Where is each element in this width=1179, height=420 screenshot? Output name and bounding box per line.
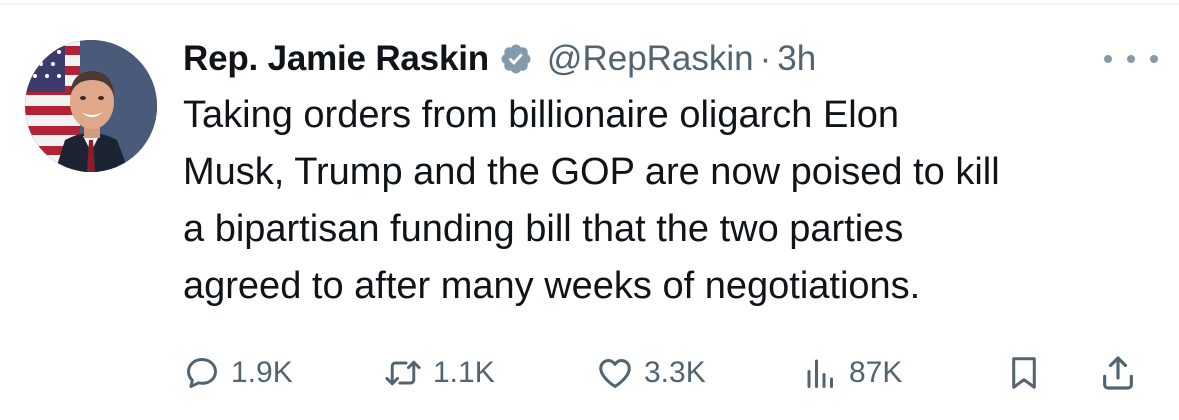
more-dot: [1104, 55, 1112, 63]
views-chart-icon: [803, 354, 839, 392]
like-count: 3.3K: [644, 356, 706, 389]
more-dot: [1150, 55, 1158, 63]
author-display-name[interactable]: Rep. Jamie Raskin: [183, 39, 489, 79]
more-options-icon[interactable]: [1104, 44, 1158, 74]
timestamp[interactable]: 3h: [777, 39, 816, 79]
views-button[interactable]: 87K: [803, 345, 902, 401]
tweet: Rep. Jamie Raskin @RepRaskin · 3h Taking…: [183, 30, 1158, 315]
tweet-text: Taking orders from billionaire oligarch …: [183, 94, 1000, 307]
tweet-actions: 1.9K 1.1K 3.3K 87K: [183, 345, 1153, 401]
bookmark-button[interactable]: [1005, 345, 1043, 401]
tweet-header: Rep. Jamie Raskin @RepRaskin · 3h: [183, 30, 1158, 88]
separator-dot: ·: [759, 39, 772, 78]
reply-count: 1.9K: [231, 356, 293, 389]
reply-button[interactable]: 1.9K: [183, 345, 293, 401]
heart-icon: [596, 354, 634, 392]
author-handle[interactable]: @RepRaskin: [547, 39, 754, 79]
views-count: 87K: [849, 356, 903, 389]
bookmark-icon: [1005, 353, 1043, 393]
more-dot: [1127, 55, 1135, 63]
reply-icon: [183, 354, 221, 392]
avatar-image: [25, 40, 157, 172]
retweet-button[interactable]: 1.1K: [383, 345, 495, 401]
retweet-icon: [383, 354, 423, 392]
share-button[interactable]: [1098, 345, 1138, 401]
like-button[interactable]: 3.3K: [596, 345, 706, 401]
retweet-count: 1.1K: [433, 356, 495, 389]
share-icon: [1098, 353, 1138, 393]
verified-badge-icon[interactable]: [499, 42, 533, 76]
top-divider: [0, 3, 1179, 5]
avatar[interactable]: [25, 40, 157, 172]
